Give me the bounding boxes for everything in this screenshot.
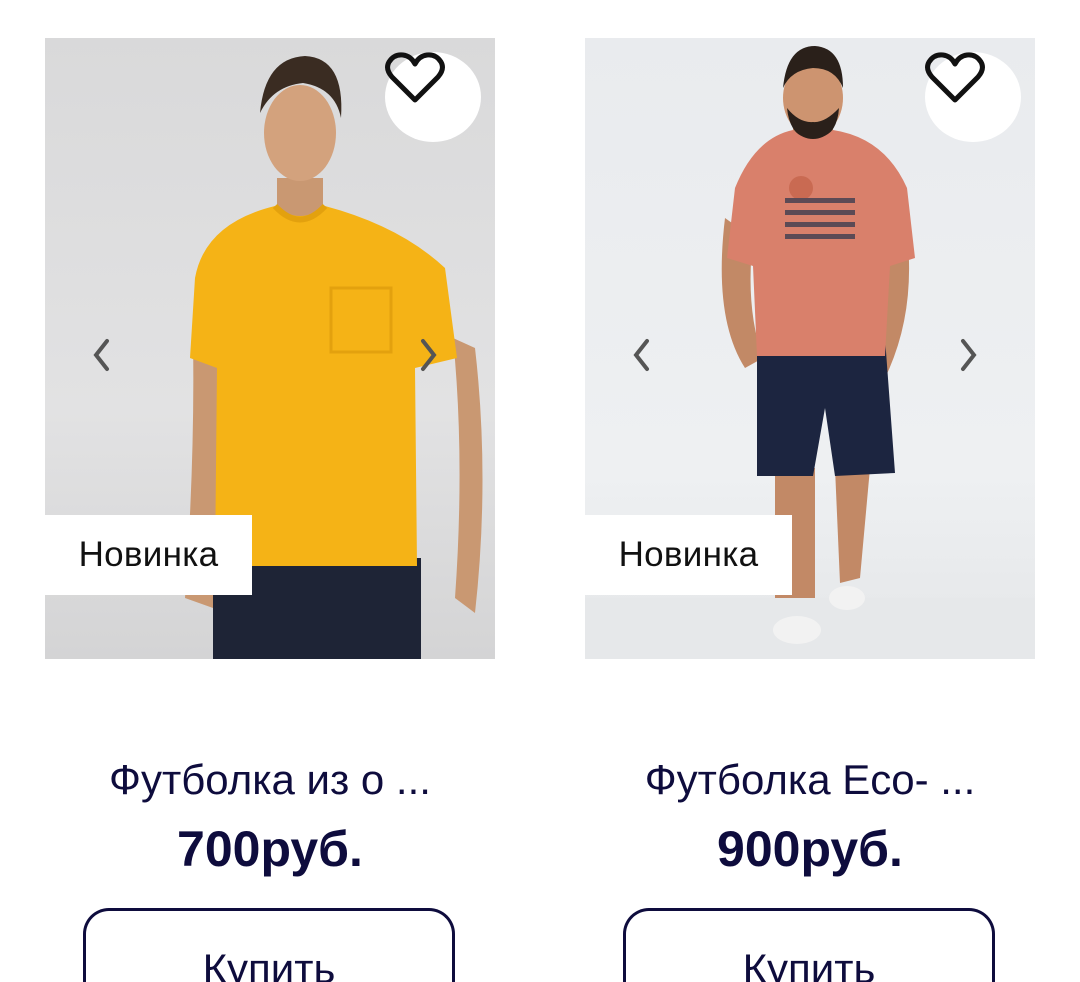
new-badge: Новинка (45, 515, 252, 595)
heart-outline-icon (385, 52, 445, 103)
favorite-button[interactable] (925, 52, 1021, 142)
new-badge: Новинка (585, 515, 792, 595)
carousel-prev-button[interactable] (91, 338, 121, 378)
chevron-left-icon (633, 339, 649, 371)
buy-button[interactable]: Купить (83, 908, 455, 982)
favorite-button[interactable] (385, 52, 481, 142)
product-price: 700руб. (177, 821, 363, 877)
carousel-next-button[interactable] (959, 338, 989, 378)
product-image[interactable]: Новинка (45, 38, 495, 659)
chevron-right-icon (961, 339, 977, 371)
heart-outline-icon (925, 52, 985, 103)
product-title[interactable]: Футболка из о ... (45, 756, 495, 804)
product-grid: Новинка Футболка из о ... 700руб. Купить (0, 0, 1080, 982)
product-image[interactable]: Новинка (585, 38, 1035, 659)
product-title[interactable]: Футболка Eco- ... (585, 756, 1035, 804)
carousel-next-button[interactable] (419, 338, 449, 378)
product-card[interactable]: Новинка Футболка из о ... 700руб. Купить (45, 38, 495, 982)
product-card[interactable]: Новинка Футболка Eco- ... 900руб. Купить (585, 38, 1035, 982)
chevron-right-icon (421, 339, 437, 371)
product-price: 900руб. (717, 821, 903, 877)
buy-button[interactable]: Купить (623, 908, 995, 982)
chevron-left-icon (93, 339, 109, 371)
carousel-prev-button[interactable] (631, 338, 661, 378)
